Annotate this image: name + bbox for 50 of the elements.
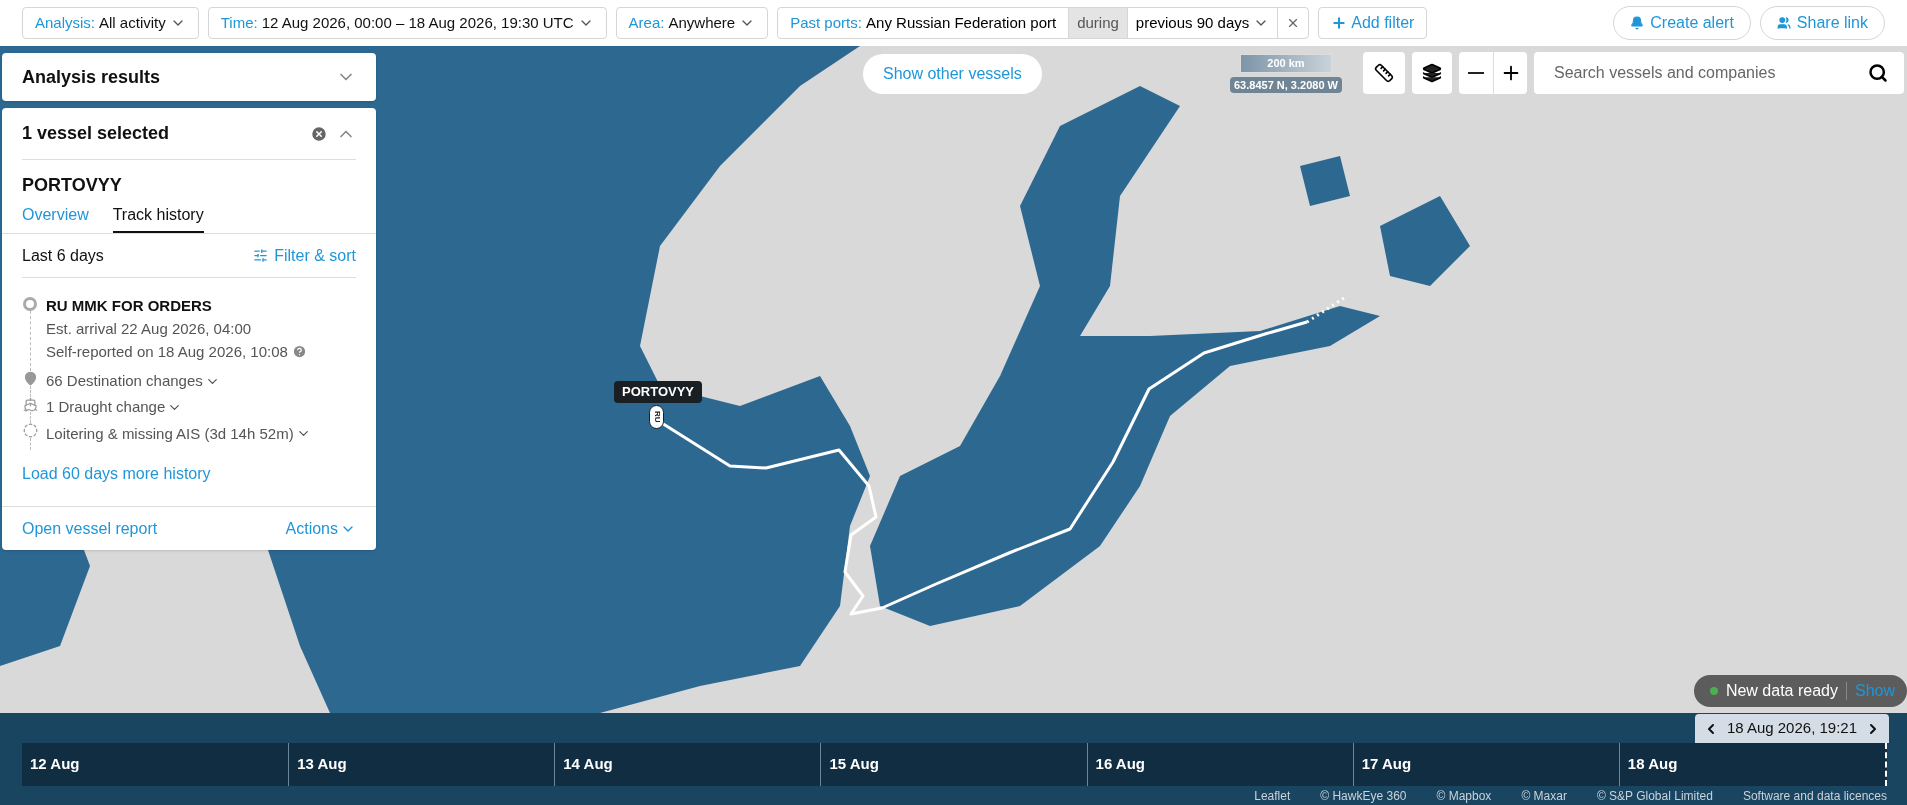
vessel-label: PORTOVYY (614, 381, 702, 403)
destination-detail: Est. arrival 22 Aug 2026, 04:00 (46, 319, 252, 339)
layers-icon (1422, 63, 1442, 83)
ruler-icon (1374, 63, 1394, 83)
vessel-name: PORTOVYY (22, 174, 123, 197)
timeline-day[interactable]: 18 Aug (1618, 743, 1885, 786)
ruler-button[interactable] (1363, 52, 1405, 94)
filter-label: Past ports: Any Russian Federation port (789, 12, 1058, 33)
attribution-text: © Maxar (1521, 787, 1567, 805)
notification-text: New data ready (1725, 681, 1838, 701)
timeline-day[interactable]: 13 Aug (288, 743, 555, 786)
timeline-day[interactable]: 14 Aug (554, 743, 821, 786)
search-icon[interactable] (1868, 63, 1888, 83)
minus-icon (1468, 72, 1484, 74)
attribution-text: © S&P Global Limited (1596, 787, 1713, 805)
timeline-day[interactable]: 12 Aug (22, 743, 289, 786)
help-icon[interactable] (291, 344, 307, 359)
clear-icon[interactable] (310, 124, 328, 143)
bell-icon (1630, 16, 1645, 30)
event-expander[interactable]: 66 Destination changes (46, 371, 220, 397)
destination-detail: Self-reported on 18 Aug 2026, 10:08 (46, 342, 288, 362)
destination-title: RU MMK FOR ORDERS (46, 296, 213, 316)
search-field[interactable]: Search vessels and companies (1534, 52, 1904, 94)
ship-icon (22, 397, 38, 412)
filter-dropdown[interactable]: Analysis: All activity (22, 7, 199, 39)
analysis-results-header[interactable]: Analysis results (2, 53, 376, 101)
tab[interactable]: Track history (112, 203, 204, 233)
attribution-text[interactable]: Software and data licences (1742, 786, 1887, 805)
filter-dropdown[interactable]: Time: 12 Aug 2026, 00:00 – 18 Aug 2026, 19:30 UTC (207, 7, 607, 39)
layers-button[interactable] (1412, 52, 1452, 94)
ring-icon (23, 297, 37, 311)
timeline-day[interactable]: 15 Aug (820, 743, 1087, 786)
attribution-text: © Mapbox (1436, 787, 1492, 805)
attribution-text: Leaflet (1254, 787, 1291, 805)
filter-dropdown[interactable]: Area: Anywhere (615, 7, 769, 39)
attribution-text: © HawkEye 360 (1320, 787, 1407, 805)
event-expander[interactable]: 1 Draught change (46, 397, 183, 423)
qualifier-label: during (1068, 8, 1128, 38)
map-pin-icon (22, 371, 38, 386)
cursor-time: 18 Aug 2026, 19:21 (1726, 718, 1857, 739)
period-dropdown[interactable]: previous 90 days (1127, 8, 1278, 38)
people-icon (1776, 16, 1791, 30)
selection-title: 1 vessel selected (22, 122, 170, 145)
dashed-circle-icon (22, 423, 38, 438)
sliders-icon (253, 248, 269, 263)
range-label: Last 6 days (22, 245, 104, 266)
timeline-day[interactable]: 17 Aug (1352, 743, 1619, 786)
timeline-day[interactable]: 16 Aug (1086, 743, 1353, 786)
event-expander[interactable]: Loitering & missing AIS (3d 14h 52m) (46, 423, 311, 450)
scale-distance: 200 km (1240, 54, 1332, 73)
